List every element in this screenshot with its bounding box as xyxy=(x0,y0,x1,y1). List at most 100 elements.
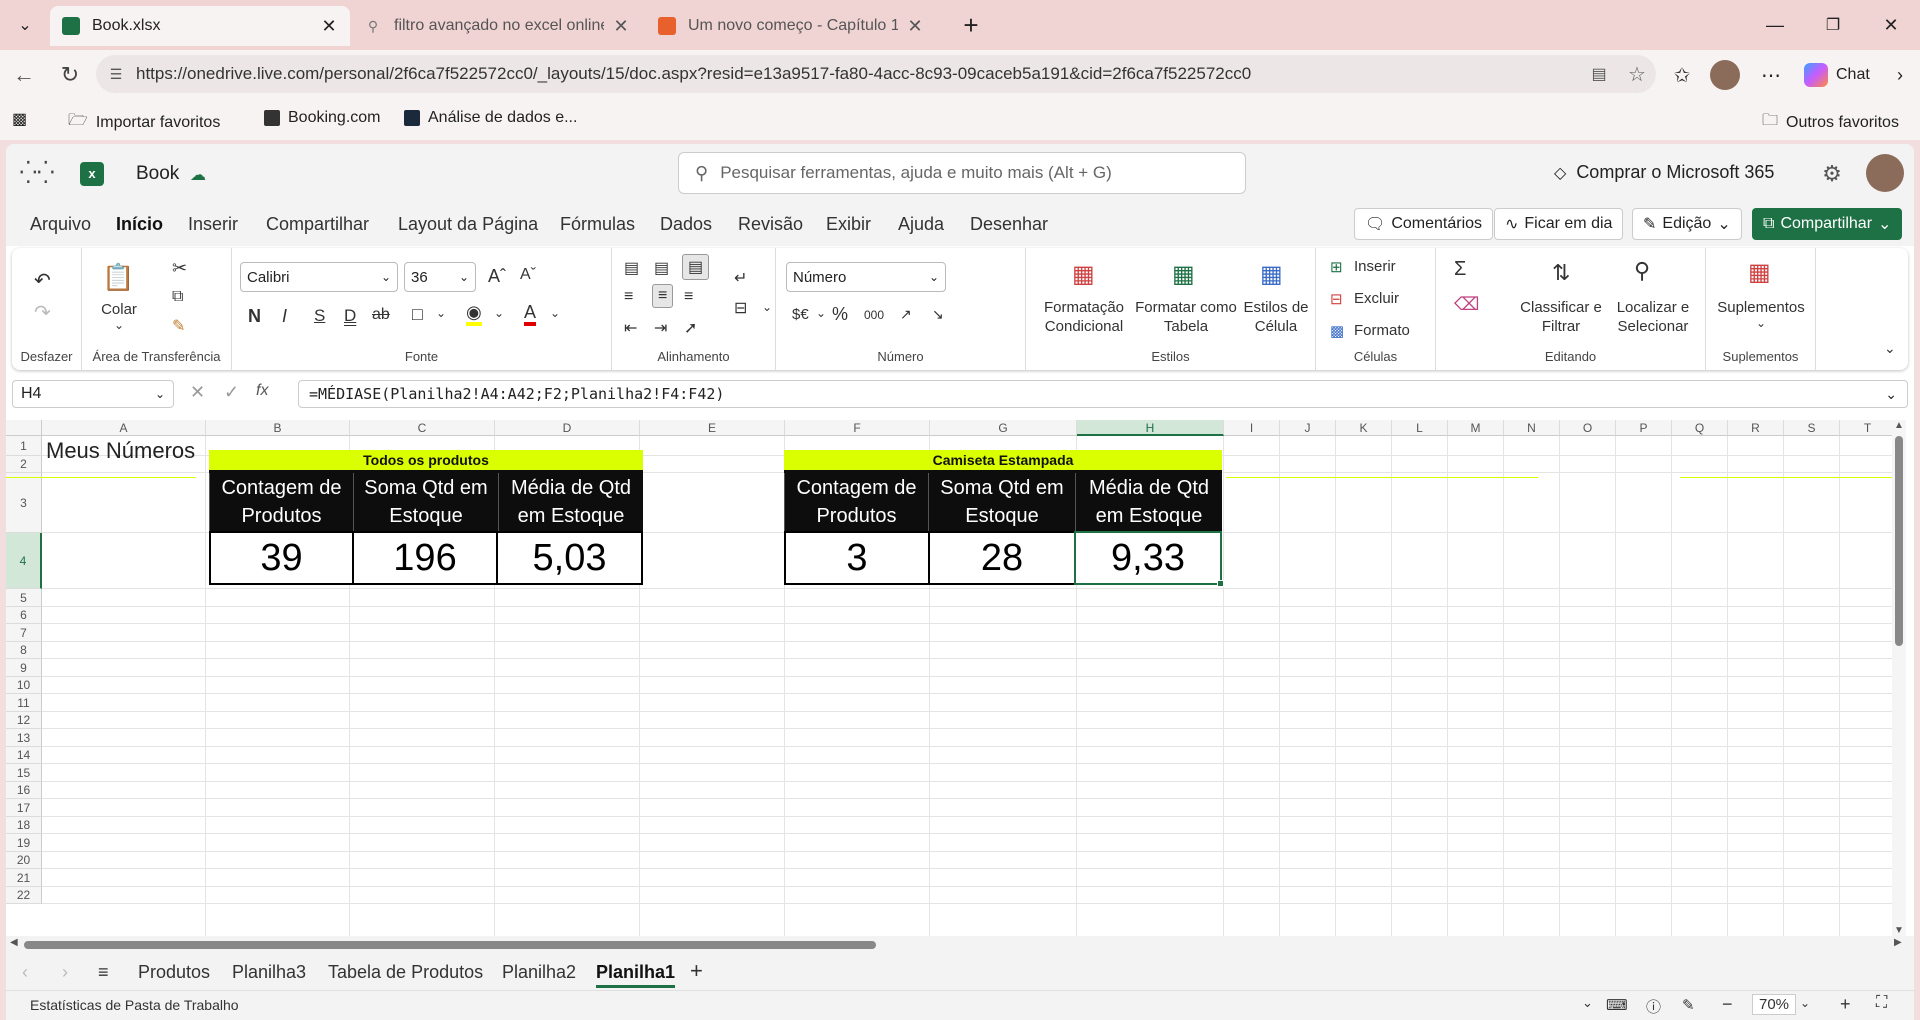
vertical-scrollbar[interactable]: ▲ ▼ xyxy=(1892,420,1906,936)
chevron-down-icon[interactable]: ⌄ xyxy=(114,318,124,332)
orientation-icon[interactable]: ➚ xyxy=(684,318,697,338)
sheet-tab-planilha3[interactable]: Planilha3 xyxy=(232,962,306,983)
underline-button[interactable]: S xyxy=(314,306,325,326)
zoom-chevron-icon[interactable]: ⌄ xyxy=(1800,996,1810,1010)
fill-color-icon[interactable]: ◉ xyxy=(466,302,482,326)
column-header-M[interactable]: M xyxy=(1448,420,1504,436)
chevron-down-icon[interactable]: ⌄ xyxy=(1582,995,1593,1011)
prev-sheet-icon[interactable]: ‹ xyxy=(22,962,28,983)
address-bar[interactable]: ☰ https://onedrive.live.com/personal/2f6… xyxy=(96,55,1656,93)
block2-title[interactable]: Camiseta Estampada xyxy=(784,450,1222,470)
thousands-button[interactable]: 000 xyxy=(864,308,884,322)
block2-value-count[interactable]: 3 xyxy=(784,531,930,585)
row-header-1[interactable]: 1 xyxy=(6,436,42,456)
increase-indent-icon[interactable]: ⇥ xyxy=(654,318,667,338)
align-right-icon[interactable]: ≡ xyxy=(684,288,693,306)
column-header-N[interactable]: N xyxy=(1504,420,1560,436)
column-header-P[interactable]: P xyxy=(1616,420,1672,436)
double-underline-button[interactable]: D xyxy=(344,306,356,326)
fullscreen-icon[interactable]: ⛶ xyxy=(1876,994,1887,1012)
refresh-icon[interactable]: ↻ xyxy=(56,62,84,88)
row-header-9[interactable]: 9 xyxy=(6,659,42,677)
bookmark-import[interactable]: 🗁 Importar favoritos xyxy=(68,109,220,136)
profile-avatar[interactable] xyxy=(1710,60,1740,90)
site-info-icon[interactable]: ☰ xyxy=(96,66,136,83)
column-header-C[interactable]: C xyxy=(350,420,495,436)
bold-button[interactable]: N xyxy=(248,306,261,327)
row-header-20[interactable]: 20 xyxy=(6,852,42,869)
new-tab-button[interactable]: + xyxy=(956,10,986,40)
close-icon[interactable]: ✕ xyxy=(906,16,924,37)
back-icon[interactable]: ← xyxy=(10,62,38,88)
cell-styles-icon[interactable]: ▦ xyxy=(1260,260,1283,289)
menu-inserir[interactable]: Inserir xyxy=(188,214,238,235)
column-header-G[interactable]: G xyxy=(930,420,1077,436)
copilot-chat-button[interactable]: Chat xyxy=(1804,60,1870,90)
menu-ajuda[interactable]: Ajuda xyxy=(898,214,944,235)
column-header-S[interactable]: S xyxy=(1784,420,1840,436)
row-header-8[interactable]: 8 xyxy=(6,642,42,659)
row-header-12[interactable]: 12 xyxy=(6,712,42,729)
delete-cells-label[interactable]: Excluir xyxy=(1354,290,1399,307)
paste-label[interactable]: Colar xyxy=(92,300,146,319)
format-table-icon[interactable]: ▦ xyxy=(1172,260,1195,289)
share-button[interactable]: ⧉ Compartilhar ⌄ xyxy=(1752,208,1903,240)
format-cells-icon[interactable]: ▩ xyxy=(1330,322,1344,340)
cut-icon[interactable]: ✂ xyxy=(172,258,187,279)
row-header-4[interactable]: 4 xyxy=(6,533,42,589)
undo-icon[interactable]: ↶ xyxy=(34,268,51,293)
menu-desenhar[interactable]: Desenhar xyxy=(970,214,1048,235)
collections-icon[interactable]: ▩ xyxy=(12,109,27,129)
buy-m365-link[interactable]: ◇ Comprar o Microsoft 365 xyxy=(1554,162,1774,183)
column-header-Q[interactable]: Q xyxy=(1672,420,1728,436)
block2-header-count[interactable]: Contagem de Produtos xyxy=(784,473,928,531)
autosave-icon[interactable]: ☁ xyxy=(190,165,206,185)
comments-button[interactable]: 🗨 Comentários xyxy=(1354,208,1494,240)
block2-value-avg-selected[interactable]: 9,33 xyxy=(1074,531,1222,585)
favorite-star-icon[interactable]: ☆ xyxy=(1618,62,1656,87)
cell-styles-label-2[interactable]: Célula xyxy=(1238,317,1314,336)
name-box[interactable]: H4 ⌄ xyxy=(12,380,174,408)
column-header-L[interactable]: L xyxy=(1392,420,1448,436)
chevron-down-icon[interactable]: ⌄ xyxy=(1756,316,1766,330)
copy-icon[interactable]: ⧉ xyxy=(172,288,183,306)
menu-arquivo[interactable]: Arquivo xyxy=(30,214,91,235)
menu-compartilhar[interactable]: Compartilhar xyxy=(266,214,369,235)
merge-icon[interactable]: ⊟ xyxy=(734,298,747,318)
format-table-label-2[interactable]: Tabela xyxy=(1134,317,1238,336)
tab-list-chevron-icon[interactable]: ⌄ xyxy=(10,12,40,38)
chevron-down-icon[interactable]: ⌄ xyxy=(816,306,826,320)
column-header-F[interactable]: F xyxy=(785,420,930,436)
align-left-icon[interactable]: ≡ xyxy=(624,288,633,306)
column-header-E[interactable]: E xyxy=(640,420,785,436)
scroll-right-icon[interactable]: ▶ xyxy=(1894,937,1902,948)
row-header-22[interactable]: 22 xyxy=(6,887,42,904)
autosum-icon[interactable]: Σ xyxy=(1454,258,1466,281)
insert-cells-icon[interactable]: ⊞ xyxy=(1330,258,1343,276)
formula-input[interactable]: =MÉDIASE(Planilha2!A4:A42;F2;Planilha2!F… xyxy=(298,380,1908,408)
find-select-label-2[interactable]: Selecionar xyxy=(1606,317,1700,336)
block1-value-avg[interactable]: 5,03 xyxy=(496,531,643,585)
workbook-stats-link[interactable]: Estatísticas de Pasta de Trabalho xyxy=(30,997,239,1013)
number-format-select[interactable]: Número ⌄ xyxy=(786,262,946,292)
addins-icon[interactable]: ▦ xyxy=(1748,258,1771,287)
chevron-down-icon[interactable]: ⌄ xyxy=(436,306,446,320)
sidebar-chevron-icon[interactable]: › xyxy=(1888,62,1912,88)
font-color-icon[interactable]: A xyxy=(524,302,537,326)
row-header-21[interactable]: 21 xyxy=(6,869,42,887)
insert-function-icon[interactable]: fx xyxy=(256,382,268,400)
row-header-19[interactable]: 19 xyxy=(6,834,42,852)
column-header-B[interactable]: B xyxy=(206,420,350,436)
reader-view-icon[interactable]: ▤ xyxy=(1580,64,1618,84)
chevron-down-icon[interactable]: ⌄ xyxy=(762,300,772,314)
keyboard-icon[interactable]: ⌨ xyxy=(1606,996,1628,1014)
block1-title[interactable]: Todos os produtos xyxy=(209,450,643,470)
row-header-6[interactable]: 6 xyxy=(6,607,42,624)
row-header-15[interactable]: 15 xyxy=(6,764,42,782)
close-icon[interactable]: ✕ xyxy=(612,16,630,37)
sheet-tab-planilha1[interactable]: Planilha1 xyxy=(596,962,676,988)
menu-revisao[interactable]: Revisão xyxy=(738,214,803,235)
row-header-17[interactable]: 17 xyxy=(6,799,42,817)
paste-icon[interactable]: 📋 xyxy=(102,262,134,293)
other-favorites[interactable]: 🗀 Outros favoritos xyxy=(1762,109,1899,136)
